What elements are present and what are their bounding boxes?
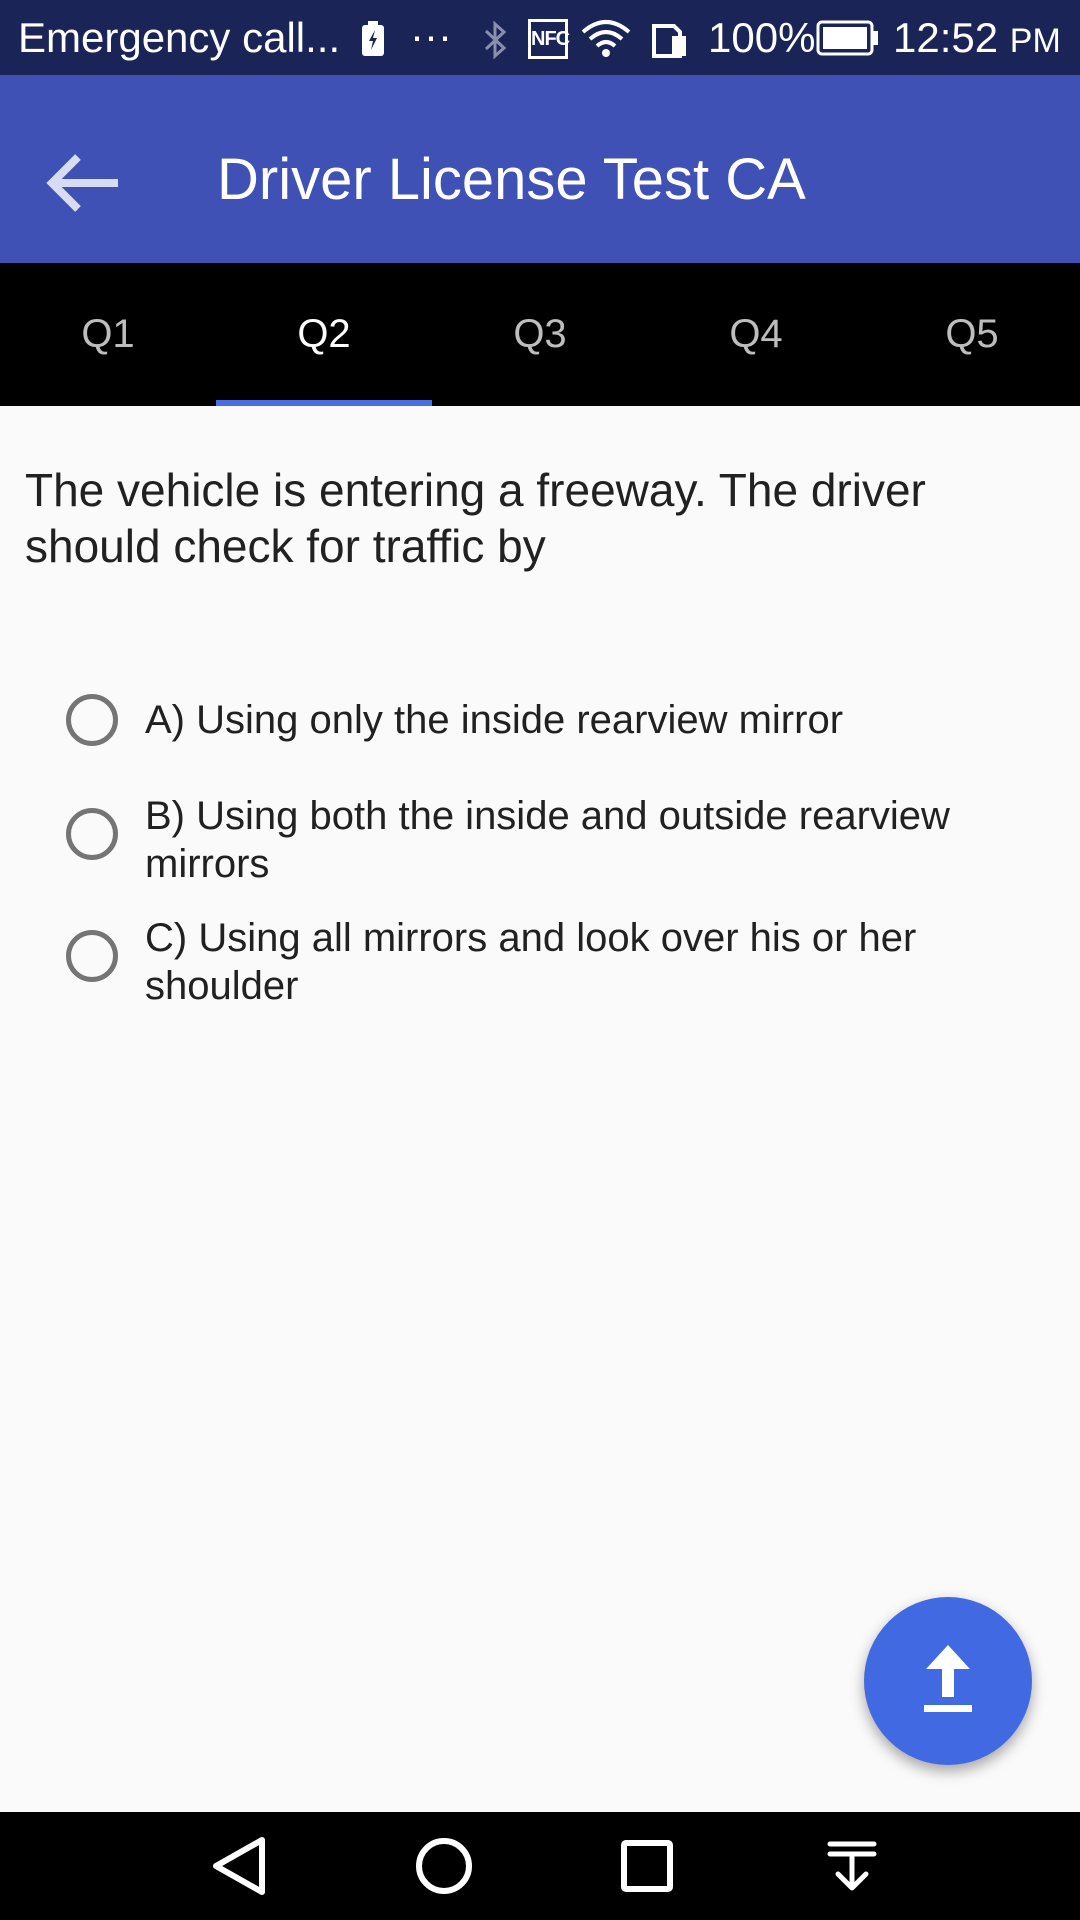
upload-icon <box>924 1645 972 1712</box>
nfc-icon: NFC <box>528 19 570 59</box>
home-circle-icon[interactable] <box>404 1826 484 1906</box>
active-tab-indicator <box>216 400 432 406</box>
notification-pulldown-icon[interactable] <box>812 1826 892 1906</box>
status-notification-text: Emergency call... <box>18 14 341 61</box>
clock-time: 12:52 <box>893 14 999 61</box>
answer-option-label: B) Using both the inside and outside rea… <box>145 794 950 886</box>
tab-q5[interactable]: Q5 <box>864 263 1080 406</box>
answer-option-a[interactable]: A) Using only the inside rearview mirror <box>0 690 1080 760</box>
radio-button-b[interactable] <box>66 808 118 860</box>
radio-button-c[interactable] <box>66 930 118 982</box>
answer-option-b[interactable]: B) Using both the inside and outside rea… <box>0 790 1080 894</box>
status-bar: Emergency call... ··· NFC 100% 12:52 PM <box>0 0 1080 75</box>
tab-q3[interactable]: Q3 <box>432 263 648 406</box>
recents-square-icon[interactable] <box>607 1826 687 1906</box>
bluetooth-icon <box>484 20 507 60</box>
clock: 12:52 PM <box>893 14 1061 65</box>
more-icon: ··· <box>410 12 452 59</box>
app-bar: Driver License Test CA <box>0 75 1080 263</box>
arrow-left-icon <box>46 154 118 212</box>
battery-icon <box>816 20 878 56</box>
tab-q4[interactable]: Q4 <box>648 263 864 406</box>
answer-option-label: C) Using all mirrors and look over his o… <box>145 916 917 1008</box>
app-title: Driver License Test CA <box>217 147 806 212</box>
question-text: The vehicle is entering a freeway. The d… <box>25 464 926 572</box>
back-button[interactable] <box>36 135 132 231</box>
radio-button-a[interactable] <box>66 694 118 746</box>
back-triangle-icon[interactable] <box>200 1826 280 1906</box>
tab-q2[interactable]: Q2 <box>216 263 432 406</box>
sim-icon <box>652 24 686 58</box>
battery-percent: 100% <box>708 14 816 61</box>
wifi-icon <box>581 20 631 57</box>
answer-option-label: A) Using only the inside rearview mirror <box>145 698 844 742</box>
upload-fab-button[interactable] <box>864 1597 1032 1765</box>
clock-suffix: PM <box>1009 22 1061 60</box>
question-tab-bar: Q1 Q2 Q3 Q4 Q5 <box>0 263 1080 406</box>
answer-option-c[interactable]: C) Using all mirrors and look over his o… <box>0 912 1080 1016</box>
battery-saver-icon <box>362 21 384 56</box>
system-navigation-bar <box>0 1812 1080 1920</box>
tab-q1[interactable]: Q1 <box>0 263 216 406</box>
